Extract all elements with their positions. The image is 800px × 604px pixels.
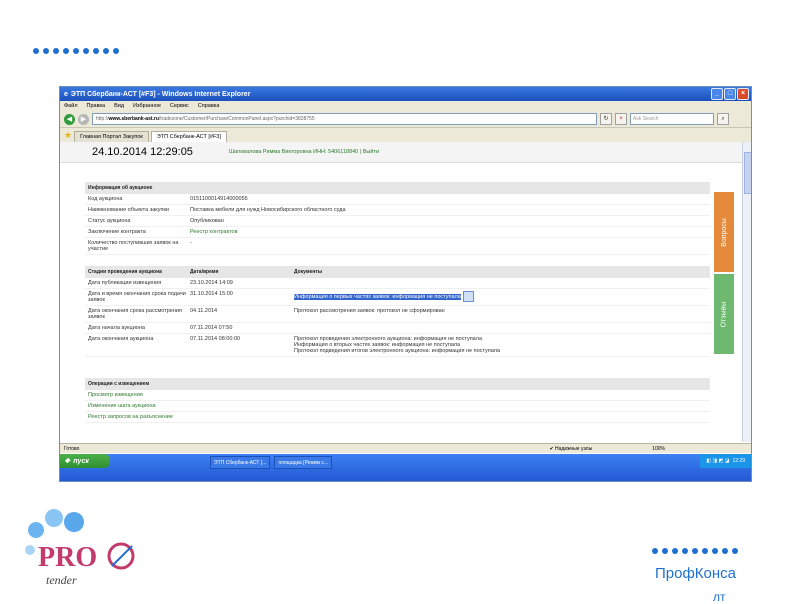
search-icon[interactable]: ⌕ xyxy=(717,113,729,125)
info-row: Наименование объекта закупки Поставка меб… xyxy=(85,205,710,216)
logo-bubble xyxy=(28,522,44,538)
protender-logo: PRO tender xyxy=(25,509,135,587)
info-row: Статус аукциона Опубликован xyxy=(85,216,710,227)
refresh-button[interactable]: ↻ xyxy=(600,113,612,125)
tab-sberbank-ast[interactable]: ЭТП Сбербанк-АСТ [#F3] xyxy=(150,131,227,142)
view-notice-link[interactable]: Просмотр извещения xyxy=(85,390,710,401)
decorative-dots-top xyxy=(33,48,119,54)
maximize-button[interactable]: □ xyxy=(724,88,736,100)
logo-bubble xyxy=(45,509,63,527)
auction-info-section: Информация об аукционе Код аукциона 01511… xyxy=(85,182,710,255)
brand-name-continued: лт xyxy=(713,590,726,604)
search-input[interactable]: Ask Search xyxy=(630,113,714,125)
tab-bar: ★ Главная Портал Закупок ЭТП Сбербанк-АС… xyxy=(60,128,751,143)
svg-text:PRO: PRO xyxy=(38,542,97,573)
menu-file[interactable]: Файл xyxy=(64,103,78,109)
taskbar-app-ie[interactable]: ЭТП Сбербанк-АСТ [... xyxy=(210,456,271,469)
section-title: Информация об аукционе xyxy=(85,182,710,194)
brand-name: ПрофКонса xyxy=(655,565,737,582)
close-button[interactable]: × xyxy=(737,88,749,100)
stage-row: Дата окончания аукциона 07.11.2014 08:00:… xyxy=(85,334,710,357)
auction-stages-section: Стадии проведения аукциона Дата/время До… xyxy=(85,266,710,357)
stage-row: Дата окончания срока рассмотрения заявок… xyxy=(85,306,710,323)
svg-text:tender: tender xyxy=(46,573,77,587)
menu-help[interactable]: Справка xyxy=(198,103,220,109)
contracts-registry-link[interactable]: Реестр контрактов xyxy=(190,229,238,235)
minimize-button[interactable]: _ xyxy=(711,88,723,100)
vertical-scrollbar[interactable] xyxy=(742,142,751,442)
menu-favorites[interactable]: Избранное xyxy=(133,103,161,109)
address-bar: ◀ ▶ http://www.sberbank-ast.ru/tradezone… xyxy=(60,111,751,128)
clock: 12:29 xyxy=(732,458,745,464)
stop-button[interactable]: × xyxy=(615,113,627,125)
section-title: Операции с извещением xyxy=(85,378,710,390)
menu-tools[interactable]: Сервис xyxy=(170,103,189,109)
forward-button[interactable]: ▶ xyxy=(78,113,89,125)
user-info: Шаповалова Римма Викторовна ИНН: 5406118… xyxy=(229,149,380,155)
url-field[interactable]: http://www.sberbank-ast.ru/tradezone/Cus… xyxy=(92,113,597,125)
decorative-dots-bottom xyxy=(652,548,738,554)
back-button[interactable]: ◀ xyxy=(64,113,75,125)
taskbar-app-word[interactable]: площадка [Режим с... xyxy=(274,456,333,469)
ie-icon: e xyxy=(64,90,68,98)
stage-row: Дата и время окончания срока подачи заяв… xyxy=(85,289,710,306)
system-tray: ◧ ◨ ◩ ◪ 12:29 xyxy=(700,454,751,468)
menu-edit[interactable]: Правка xyxy=(87,103,106,109)
tab-portal[interactable]: Главная Портал Закупок xyxy=(74,131,149,142)
window-titlebar: e ЭТП Сбербанк-АСТ [#F3] - Windows Inter… xyxy=(60,87,751,101)
logo-bubble xyxy=(25,545,35,555)
zoom-level[interactable]: 100% xyxy=(652,446,665,452)
taskbar: ❖ пуск ЭТП Сбербанк-АСТ [... площадка [Ре… xyxy=(60,454,751,481)
copy-icon[interactable] xyxy=(462,291,474,302)
window-title: ЭТП Сбербанк-АСТ [#F3] - Windows Interne… xyxy=(70,90,251,98)
status-bar: Готово ✔ Надежные узлы 100% xyxy=(60,443,751,453)
stage-row: Дата публикации извещения 23.10.2014 14:0… xyxy=(85,278,710,289)
questions-side-tab[interactable]: Вопросы xyxy=(714,192,734,272)
change-step-link[interactable]: Изменение шага аукциона xyxy=(85,401,710,412)
reviews-side-tab[interactable]: Отзывы xyxy=(714,274,734,354)
first-parts-info-link[interactable]: Информация о первых частях заявок: инфор… xyxy=(294,293,461,300)
logout-link[interactable]: Выйти xyxy=(363,149,379,155)
menu-view[interactable]: Вид xyxy=(114,103,124,109)
trusted-zone: ✔ Надежные узлы xyxy=(549,445,593,452)
operations-section: Операции с извещением Просмотр извещения… xyxy=(85,378,710,423)
stages-header: Стадии проведения аукциона Дата/время До… xyxy=(85,266,710,278)
logo-bubble xyxy=(64,512,84,532)
start-button[interactable]: ❖ пуск xyxy=(60,454,110,468)
clarification-registry-link[interactable]: Реестр запросов на разъяснение xyxy=(85,412,710,423)
tray-icons: ◧ ◨ ◩ ◪ xyxy=(706,458,730,464)
stage-row: Дата начала аукциона 07.11.2014 07:50 xyxy=(85,323,710,334)
browser-screenshot: e ЭТП Сбербанк-АСТ [#F3] - Windows Inter… xyxy=(59,86,752,482)
current-datetime: 24.10.2014 12:29:05 xyxy=(92,146,193,158)
page-content: 24.10.2014 12:29:05 Шаповалова Римма Вик… xyxy=(60,142,742,442)
menu-bar: Файл Правка Вид Избранное Сервис Справка xyxy=(60,101,751,111)
info-row: Код аукциона 0151100014914000055 xyxy=(85,194,710,205)
page-header: 24.10.2014 12:29:05 Шаповалова Римма Вик… xyxy=(60,142,742,163)
windows-logo-icon: ❖ xyxy=(64,458,71,465)
favorites-star-icon[interactable]: ★ xyxy=(64,130,72,141)
info-row: Количество поступивших заявок на участие… xyxy=(85,238,710,255)
info-row: Заключение контракта Реестр контрактов xyxy=(85,227,710,238)
